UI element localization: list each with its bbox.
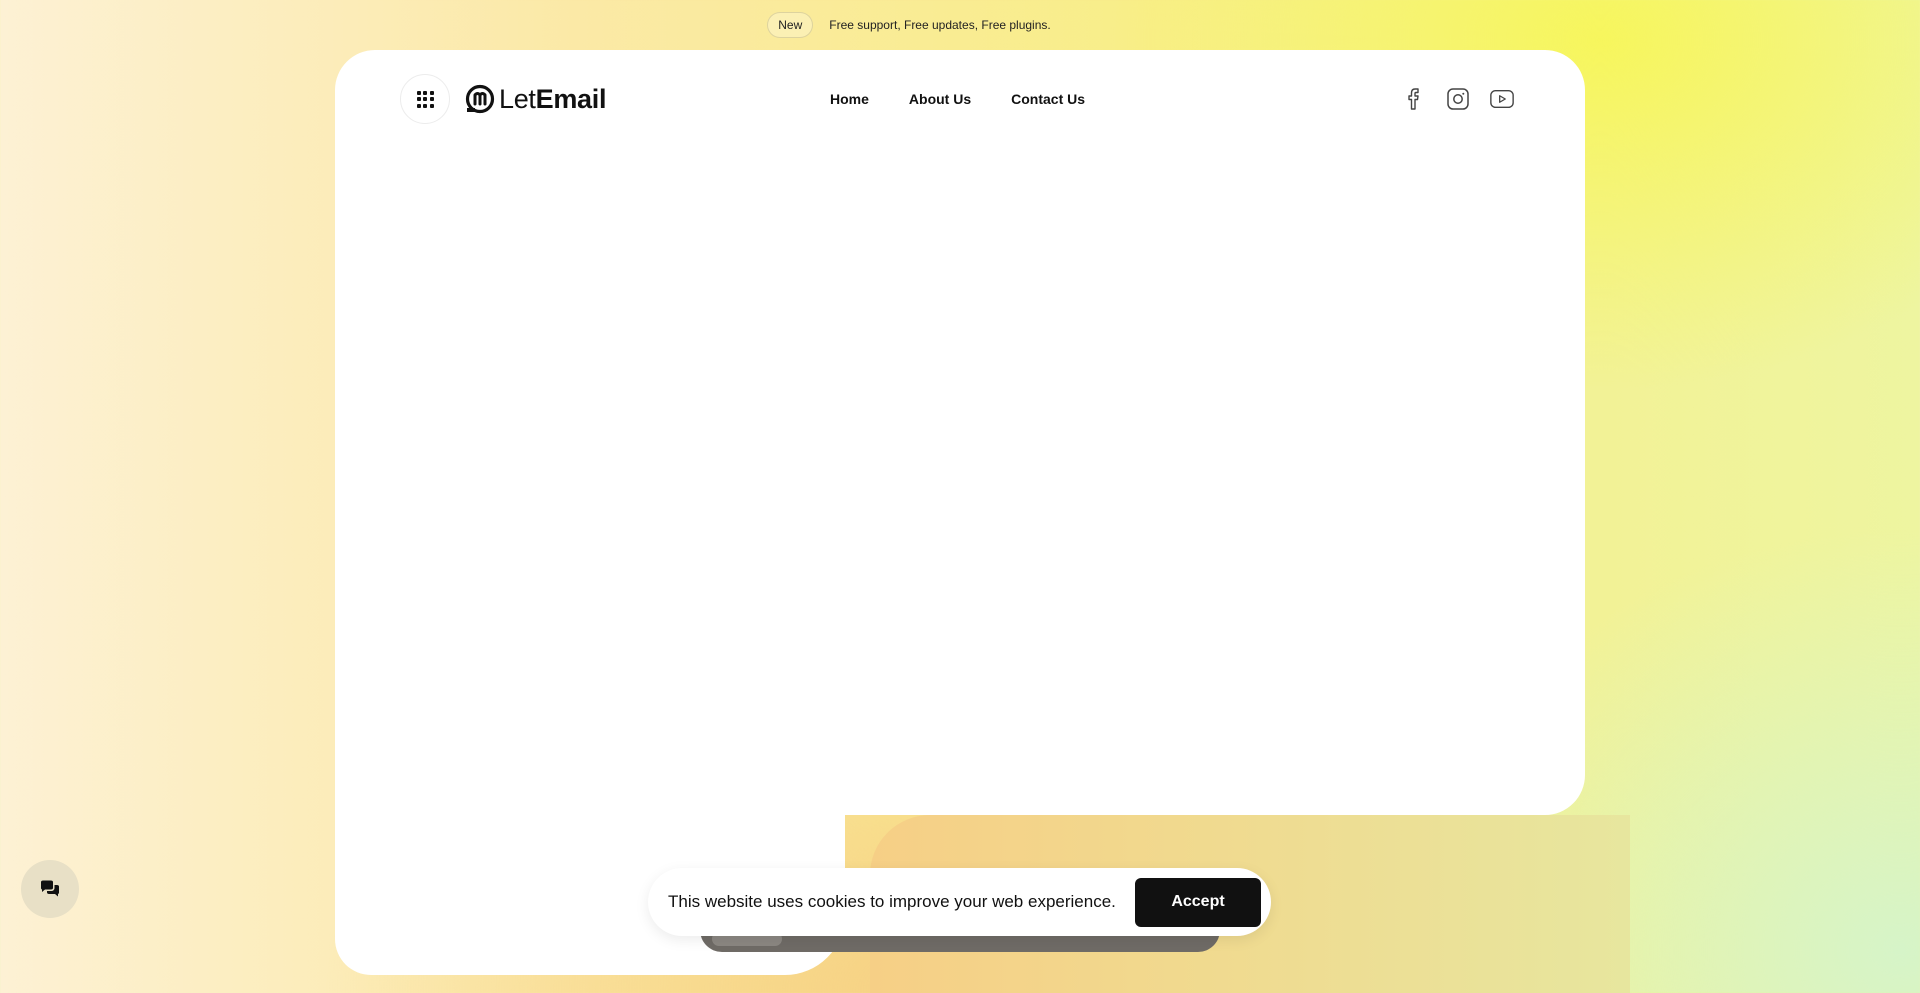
- logo-text: LetEmail: [499, 83, 607, 114]
- accept-cookies-button[interactable]: Accept: [1135, 877, 1261, 927]
- social-links: [1401, 74, 1515, 124]
- new-badge: New: [767, 12, 814, 38]
- chat-button[interactable]: [21, 860, 79, 918]
- grid-icon: [416, 90, 434, 108]
- main-card: [335, 50, 1585, 815]
- nav-about-us[interactable]: About Us: [909, 91, 971, 107]
- announcement-text: Free support, Free updates, Free plugins…: [829, 18, 1051, 32]
- announcement-bar: New Free support, Free updates, Free plu…: [0, 11, 1920, 39]
- instagram-icon[interactable]: [1445, 86, 1471, 112]
- site-header: LetEmail Home About Us Contact Us: [400, 74, 1515, 124]
- cookie-banner: This website uses cookies to improve you…: [648, 868, 1271, 936]
- main-nav: Home About Us Contact Us: [830, 74, 1085, 124]
- apps-grid-button[interactable]: [400, 74, 450, 124]
- site-logo[interactable]: LetEmail: [465, 84, 606, 115]
- cookie-message: This website uses cookies to improve you…: [668, 892, 1116, 911]
- nav-contact-us[interactable]: Contact Us: [1011, 91, 1085, 107]
- facebook-icon[interactable]: [1401, 86, 1427, 112]
- youtube-icon[interactable]: [1489, 86, 1515, 112]
- chat-icon: [41, 880, 59, 897]
- nav-home[interactable]: Home: [830, 91, 869, 107]
- letemail-logo-icon: [465, 84, 495, 114]
